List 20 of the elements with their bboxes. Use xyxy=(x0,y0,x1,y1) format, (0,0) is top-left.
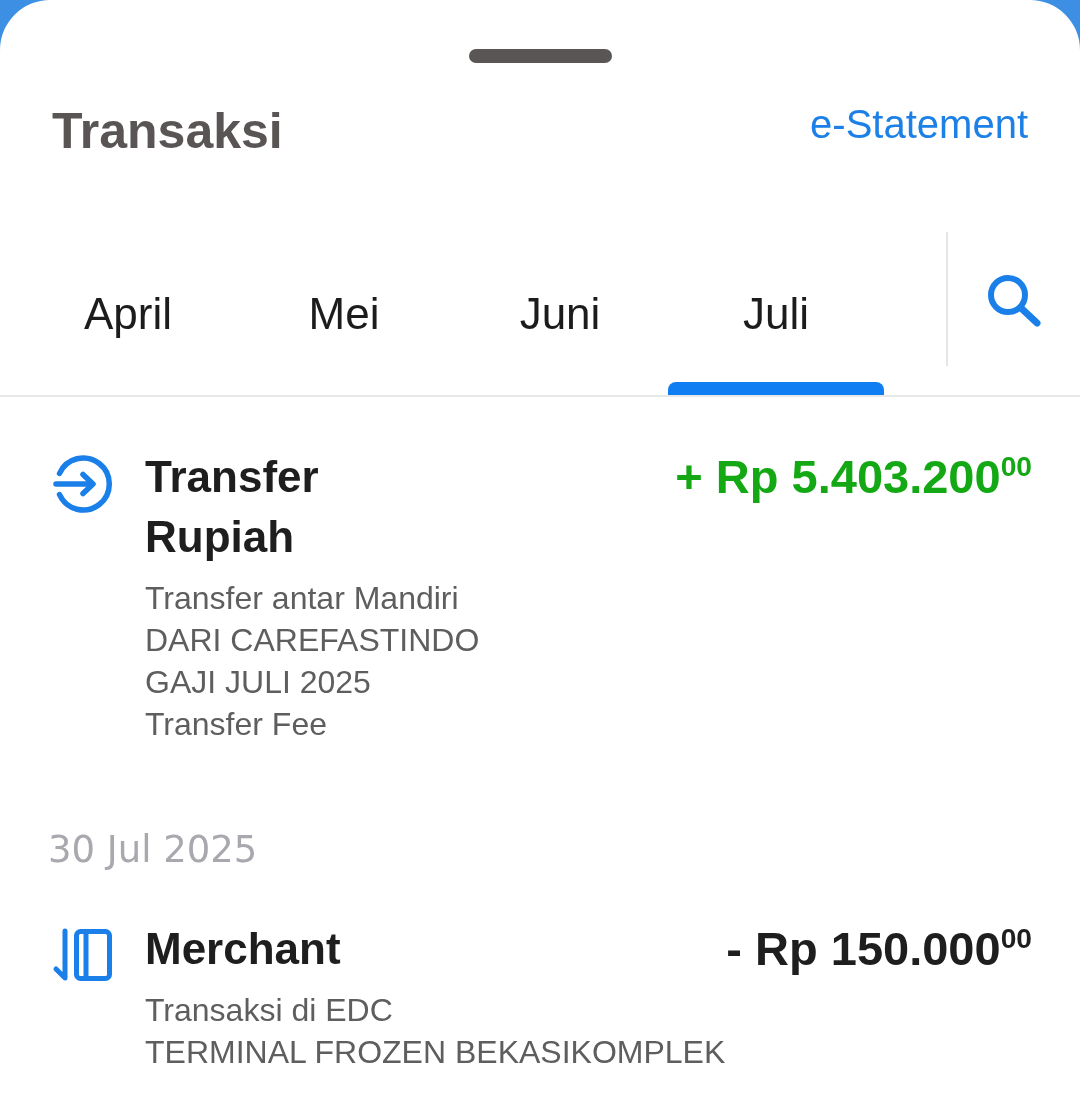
transaction-detail: Transaksi di EDC xyxy=(145,991,394,1030)
date-header: 30 Jul 2025 xyxy=(48,827,259,873)
month-tab[interactable]: Mei xyxy=(236,232,452,395)
transaction-amount: - Rp 150.000$^{00}$ xyxy=(726,921,1032,977)
transaction-detail: TERMINAL FROZEN BEKASIKOMPLEK xyxy=(145,1033,727,1072)
transaction-title: Merchant xyxy=(145,923,341,975)
month-tab[interactable]: Juli xyxy=(668,232,884,395)
arrow-and-card-icon xyxy=(52,927,114,983)
search-icon xyxy=(986,273,1042,327)
transaction-amount: + Rp 5.403.200$^{00}$ xyxy=(675,449,1032,505)
transaction-detail: GAJI JULI 2025 xyxy=(145,663,372,702)
e-statement-link[interactable]: e-Statement xyxy=(810,101,1028,147)
transaction-detail: Transfer Fee xyxy=(145,705,328,744)
drag-handle[interactable] xyxy=(468,49,612,63)
sheet-title: Transaksi xyxy=(52,102,283,161)
month-tab[interactable]: April xyxy=(20,232,236,395)
transaction-title: Transfer Rupiah xyxy=(145,451,320,563)
transaction-detail: DARI CAREFASTINDO xyxy=(145,621,481,660)
month-tab[interactable]: Juni xyxy=(452,232,668,395)
transaction-detail: Transfer antar Mandiri xyxy=(145,579,460,618)
